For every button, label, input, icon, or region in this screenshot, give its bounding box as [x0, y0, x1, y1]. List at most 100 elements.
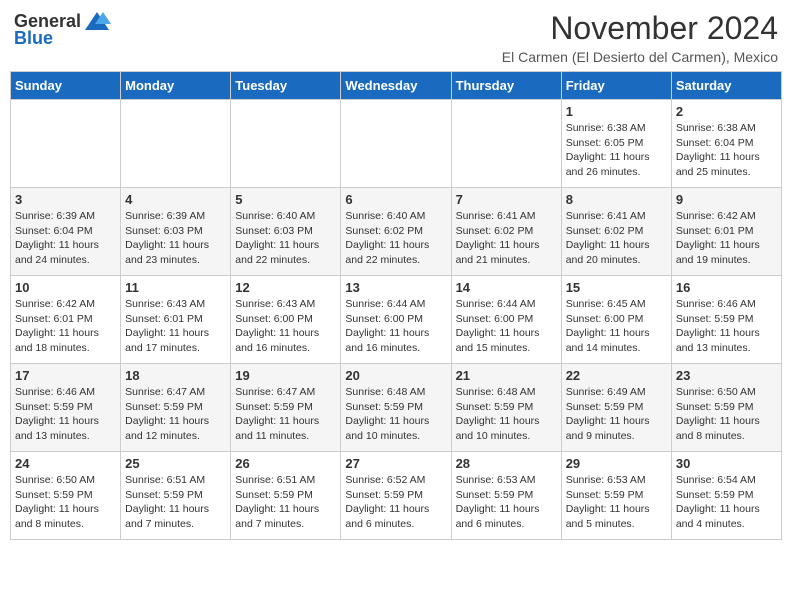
- calendar-cell: 7 Sunrise: 6:41 AMSunset: 6:02 PMDaylight…: [451, 188, 561, 276]
- month-title: November 2024: [502, 10, 778, 47]
- day-number: 19: [235, 368, 336, 383]
- day-number: 1: [566, 104, 667, 119]
- day-info: Sunrise: 6:45 AMSunset: 6:00 PMDaylight:…: [566, 297, 667, 356]
- calendar-cell: 4 Sunrise: 6:39 AMSunset: 6:03 PMDaylight…: [121, 188, 231, 276]
- day-number: 14: [456, 280, 557, 295]
- calendar-cell: 11 Sunrise: 6:43 AMSunset: 6:01 PMDayligh…: [121, 276, 231, 364]
- calendar-cell: 6Sunrise: 6:40 AMSunset: 6:02 PMDaylight…: [341, 188, 451, 276]
- weekday-header-sunday: Sunday: [11, 72, 121, 100]
- calendar-cell: 2Sunrise: 6:38 AMSunset: 6:04 PMDaylight…: [671, 100, 781, 188]
- day-number: 27: [345, 456, 446, 471]
- day-info: Sunrise: 6:46 AMSunset: 5:59 PMDaylight:…: [676, 297, 777, 356]
- day-number: 29: [566, 456, 667, 471]
- calendar-cell: [341, 100, 451, 188]
- weekday-header-monday: Monday: [121, 72, 231, 100]
- day-info: Sunrise: 6:41 AMSunset: 6:02 PMDaylight:…: [566, 209, 667, 268]
- day-info: Sunrise: 6:49 AMSunset: 5:59 PMDaylight:…: [566, 385, 667, 444]
- calendar-week-row: 10 Sunrise: 6:42 AMSunset: 6:01 PMDayligh…: [11, 276, 782, 364]
- day-number: 28: [456, 456, 557, 471]
- day-info: Sunrise: 6:51 AMSunset: 5:59 PMDaylight:…: [235, 473, 336, 532]
- day-number: 22: [566, 368, 667, 383]
- day-number: 16: [676, 280, 777, 295]
- day-info: Sunrise: 6:41 AMSunset: 6:02 PMDaylight:…: [456, 209, 557, 268]
- weekday-header-friday: Friday: [561, 72, 671, 100]
- day-number: 2: [676, 104, 777, 119]
- calendar-cell: 15 Sunrise: 6:45 AMSunset: 6:00 PMDayligh…: [561, 276, 671, 364]
- day-number: 11: [125, 280, 226, 295]
- weekday-header-row: SundayMondayTuesdayWednesdayThursdayFrid…: [11, 72, 782, 100]
- day-info: Sunrise: 6:54 AMSunset: 5:59 PMDaylight:…: [676, 473, 777, 532]
- calendar-week-row: 24 Sunrise: 6:50 AMSunset: 5:59 PMDayligh…: [11, 452, 782, 540]
- day-info: Sunrise: 6:47 AMSunset: 5:59 PMDaylight:…: [125, 385, 226, 444]
- day-number: 10: [15, 280, 116, 295]
- day-info: Sunrise: 6:43 AMSunset: 6:00 PMDaylight:…: [235, 297, 336, 356]
- day-number: 20: [345, 368, 446, 383]
- calendar-cell: 1 Sunrise: 6:38 AMSunset: 6:05 PMDaylight…: [561, 100, 671, 188]
- calendar-cell: 19 Sunrise: 6:47 AMSunset: 5:59 PMDayligh…: [231, 364, 341, 452]
- day-info: Sunrise: 6:42 AMSunset: 6:01 PMDaylight:…: [676, 209, 777, 268]
- day-info: Sunrise: 6:48 AMSunset: 5:59 PMDaylight:…: [456, 385, 557, 444]
- logo: General Blue: [14, 10, 111, 49]
- calendar-cell: 28 Sunrise: 6:53 AMSunset: 5:59 PMDayligh…: [451, 452, 561, 540]
- page-header: General Blue November 2024 El Carmen (El…: [10, 10, 782, 65]
- calendar-cell: 18 Sunrise: 6:47 AMSunset: 5:59 PMDayligh…: [121, 364, 231, 452]
- weekday-header-wednesday: Wednesday: [341, 72, 451, 100]
- day-info: Sunrise: 6:38 AMSunset: 6:05 PMDaylight:…: [566, 121, 667, 180]
- day-number: 26: [235, 456, 336, 471]
- day-info: Sunrise: 6:43 AMSunset: 6:01 PMDaylight:…: [125, 297, 226, 356]
- day-number: 12: [235, 280, 336, 295]
- day-number: 30: [676, 456, 777, 471]
- calendar-cell: 22 Sunrise: 6:49 AMSunset: 5:59 PMDayligh…: [561, 364, 671, 452]
- day-info: Sunrise: 6:52 AMSunset: 5:59 PMDaylight:…: [345, 473, 446, 532]
- day-number: 9: [676, 192, 777, 207]
- day-number: 5: [235, 192, 336, 207]
- weekday-header-saturday: Saturday: [671, 72, 781, 100]
- day-number: 17: [15, 368, 116, 383]
- day-number: 24: [15, 456, 116, 471]
- day-info: Sunrise: 6:48 AMSunset: 5:59 PMDaylight:…: [345, 385, 446, 444]
- calendar-week-row: 1 Sunrise: 6:38 AMSunset: 6:05 PMDaylight…: [11, 100, 782, 188]
- title-block: November 2024 El Carmen (El Desierto del…: [502, 10, 778, 65]
- day-number: 13: [345, 280, 446, 295]
- calendar-cell: 13 Sunrise: 6:44 AMSunset: 6:00 PMDayligh…: [341, 276, 451, 364]
- day-number: 7: [456, 192, 557, 207]
- calendar-cell: 16 Sunrise: 6:46 AMSunset: 5:59 PMDayligh…: [671, 276, 781, 364]
- day-info: Sunrise: 6:39 AMSunset: 6:03 PMDaylight:…: [125, 209, 226, 268]
- day-number: 15: [566, 280, 667, 295]
- calendar-cell: 20 Sunrise: 6:48 AMSunset: 5:59 PMDayligh…: [341, 364, 451, 452]
- calendar-cell: 9 Sunrise: 6:42 AMSunset: 6:01 PMDaylight…: [671, 188, 781, 276]
- day-info: Sunrise: 6:50 AMSunset: 5:59 PMDaylight:…: [15, 473, 116, 532]
- calendar-cell: 5 Sunrise: 6:40 AMSunset: 6:03 PMDaylight…: [231, 188, 341, 276]
- calendar-week-row: 3 Sunrise: 6:39 AMSunset: 6:04 PMDaylight…: [11, 188, 782, 276]
- day-info: Sunrise: 6:53 AMSunset: 5:59 PMDaylight:…: [456, 473, 557, 532]
- day-info: Sunrise: 6:42 AMSunset: 6:01 PMDaylight:…: [15, 297, 116, 356]
- day-number: 25: [125, 456, 226, 471]
- calendar-cell: 12 Sunrise: 6:43 AMSunset: 6:00 PMDayligh…: [231, 276, 341, 364]
- calendar-week-row: 17Sunrise: 6:46 AMSunset: 5:59 PMDayligh…: [11, 364, 782, 452]
- weekday-header-thursday: Thursday: [451, 72, 561, 100]
- day-number: 21: [456, 368, 557, 383]
- day-info: Sunrise: 6:53 AMSunset: 5:59 PMDaylight:…: [566, 473, 667, 532]
- day-info: Sunrise: 6:40 AMSunset: 6:03 PMDaylight:…: [235, 209, 336, 268]
- day-info: Sunrise: 6:44 AMSunset: 6:00 PMDaylight:…: [345, 297, 446, 356]
- day-number: 18: [125, 368, 226, 383]
- logo-blue-text: Blue: [14, 28, 53, 49]
- calendar-cell: 8 Sunrise: 6:41 AMSunset: 6:02 PMDaylight…: [561, 188, 671, 276]
- calendar-cell: 14Sunrise: 6:44 AMSunset: 6:00 PMDayligh…: [451, 276, 561, 364]
- day-number: 8: [566, 192, 667, 207]
- day-number: 6: [345, 192, 446, 207]
- weekday-header-tuesday: Tuesday: [231, 72, 341, 100]
- calendar-cell: [231, 100, 341, 188]
- day-number: 4: [125, 192, 226, 207]
- calendar-cell: 29 Sunrise: 6:53 AMSunset: 5:59 PMDayligh…: [561, 452, 671, 540]
- day-info: Sunrise: 6:47 AMSunset: 5:59 PMDaylight:…: [235, 385, 336, 444]
- calendar-cell: 26 Sunrise: 6:51 AMSunset: 5:59 PMDayligh…: [231, 452, 341, 540]
- day-info: Sunrise: 6:50 AMSunset: 5:59 PMDaylight:…: [676, 385, 777, 444]
- calendar-cell: 10 Sunrise: 6:42 AMSunset: 6:01 PMDayligh…: [11, 276, 121, 364]
- day-info: Sunrise: 6:39 AMSunset: 6:04 PMDaylight:…: [15, 209, 116, 268]
- calendar-cell: [121, 100, 231, 188]
- day-info: Sunrise: 6:51 AMSunset: 5:59 PMDaylight:…: [125, 473, 226, 532]
- calendar-cell: 23 Sunrise: 6:50 AMSunset: 5:59 PMDayligh…: [671, 364, 781, 452]
- day-number: 3: [15, 192, 116, 207]
- day-number: 23: [676, 368, 777, 383]
